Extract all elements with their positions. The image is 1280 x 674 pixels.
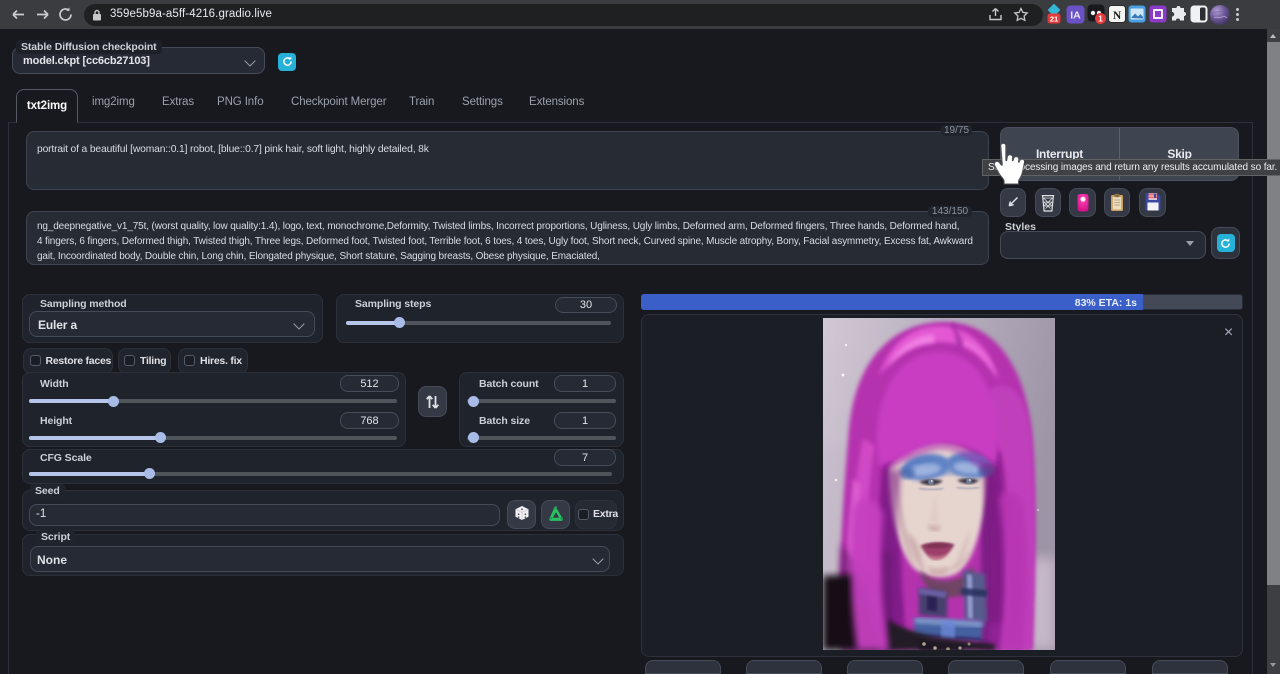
- svg-text:IA: IA: [1070, 10, 1081, 22]
- svg-text:1: 1: [1098, 14, 1103, 23]
- svg-text:21: 21: [1050, 14, 1058, 23]
- svg-text:N: N: [1113, 10, 1122, 22]
